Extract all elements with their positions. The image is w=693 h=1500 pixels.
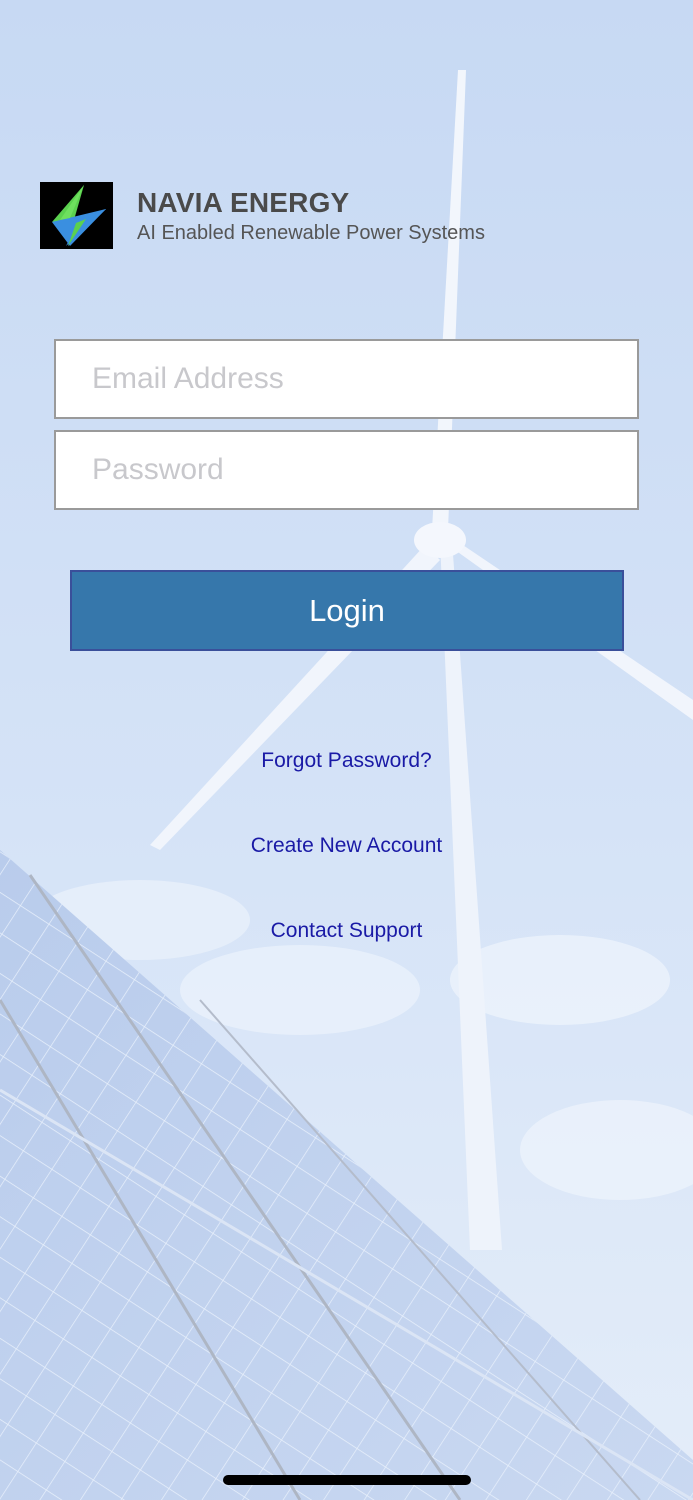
login-screen: NAVIA ENERGY AI Enabled Renewable Power … (0, 0, 693, 1500)
email-field-container (54, 339, 639, 419)
contact-support-link[interactable]: Contact Support (0, 919, 693, 943)
brand-header: NAVIA ENERGY AI Enabled Renewable Power … (40, 182, 485, 249)
brand-name: NAVIA ENERGY (137, 187, 350, 218)
lightning-bolt-icon (40, 182, 113, 249)
password-field-container (54, 430, 639, 510)
home-indicator[interactable] (223, 1475, 471, 1485)
brand-text: NAVIA ENERGY AI Enabled Renewable Power … (137, 186, 485, 246)
password-field[interactable] (56, 432, 637, 508)
forgot-password-link[interactable]: Forgot Password? (0, 749, 693, 773)
email-field[interactable] (56, 341, 637, 417)
create-account-link[interactable]: Create New Account (0, 834, 693, 858)
brand-tagline: AI Enabled Renewable Power Systems (137, 222, 485, 244)
login-button[interactable]: Login (70, 570, 624, 651)
